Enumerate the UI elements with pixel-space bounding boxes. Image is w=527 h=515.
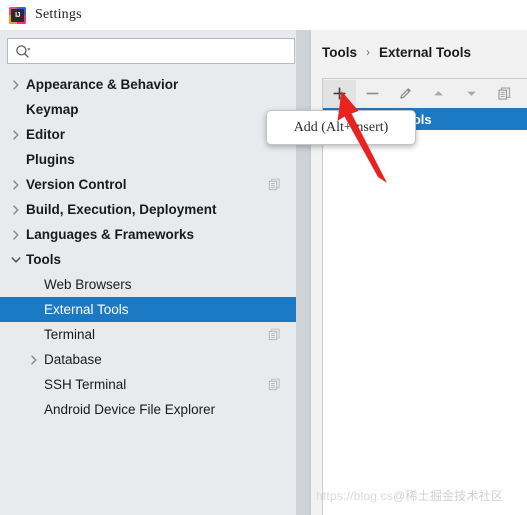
search-box[interactable] (7, 38, 295, 65)
sidebar-item-tools[interactable]: Tools (0, 247, 296, 272)
sidebar-item-editor[interactable]: Editor (0, 122, 296, 147)
copy-icon (498, 87, 511, 100)
chevron-right-icon[interactable] (10, 204, 22, 216)
move-up-button[interactable] (422, 80, 455, 108)
arrow-up-icon (434, 91, 443, 96)
watermark: https://blog.cs@稀土掘金技术社区 (316, 487, 503, 504)
tooltip-pointer-icon (337, 103, 353, 112)
chevron-right-icon[interactable] (28, 354, 40, 366)
breadcrumb-parent[interactable]: Tools (322, 45, 357, 60)
sidebar-item-label: Version Control (26, 177, 127, 192)
sidebar-item-label: Build, Execution, Deployment (26, 202, 217, 217)
sidebar-item-plugins[interactable]: Plugins (0, 147, 296, 172)
sidebar-item-android-device-file-explorer[interactable]: Android Device File Explorer (0, 397, 296, 422)
sidebar-item-external-tools[interactable]: External Tools (0, 297, 296, 322)
chevron-right-icon[interactable] (10, 179, 22, 191)
sidebar-item-label: Terminal (44, 327, 96, 342)
plus-icon (333, 87, 346, 100)
sidebar-item-web-browsers[interactable]: Web Browsers (0, 272, 296, 297)
tooltip-text: Add (Alt+Insert) (293, 119, 389, 135)
external-tools-list: External Tools (322, 108, 527, 515)
chevron-down-icon[interactable] (10, 254, 22, 266)
sidebar-item-label: Editor (26, 127, 65, 142)
sidebar-item-label: Plugins (26, 152, 75, 167)
watermark-url: https://blog.cs (316, 489, 394, 503)
sidebar-item-label: SSH Terminal (44, 377, 127, 392)
copy-icon (268, 178, 281, 191)
window-title: Settings (35, 7, 82, 22)
settings-sidebar: Appearance & Behavior Keymap Editor Plugins… (0, 30, 296, 515)
sidebar-item-label: External Tools (44, 302, 129, 317)
chevron-right-icon[interactable] (10, 129, 22, 141)
pencil-icon (400, 88, 411, 99)
remove-button[interactable] (356, 80, 389, 108)
chevron-right-icon[interactable] (10, 79, 22, 91)
sidebar-item-version-control[interactable]: Version Control (0, 172, 296, 197)
move-down-button[interactable] (455, 80, 488, 108)
breadcrumb-current: External Tools (379, 44, 472, 60)
search-input[interactable] (38, 39, 290, 65)
sidebar-item-database[interactable]: Database (0, 347, 296, 372)
copy-button[interactable] (488, 80, 521, 108)
search-icon[interactable] (15, 44, 31, 60)
title-bar: IJ Settings (0, 0, 527, 30)
copy-icon (268, 328, 281, 341)
sidebar-item-keymap[interactable]: Keymap (0, 97, 296, 122)
watermark-handle: @稀土掘金技术社区 (393, 489, 504, 503)
sidebar-item-label: Languages & Frameworks (26, 227, 195, 242)
chevron-right-icon: › (366, 45, 370, 59)
sidebar-item-label: Keymap (26, 102, 79, 117)
minus-icon (366, 92, 379, 95)
sidebar-item-terminal[interactable]: Terminal (0, 322, 296, 347)
edit-button[interactable] (389, 80, 422, 108)
sidebar-item-appearance-behavior[interactable]: Appearance & Behavior (0, 72, 296, 97)
breadcrumb: Tools › External Tools (322, 42, 471, 62)
sidebar-item-ssh-terminal[interactable]: SSH Terminal (0, 372, 296, 397)
settings-tree: Appearance & Behavior Keymap Editor Plugins… (0, 72, 296, 515)
app-icon-label: IJ (11, 8, 24, 22)
sidebar-item-label: Appearance & Behavior (26, 77, 179, 92)
sidebar-scrollbar[interactable] (296, 30, 309, 515)
sidebar-item-languages-frameworks[interactable]: Languages & Frameworks (0, 222, 296, 247)
settings-window: IJ Settings Appearance & Behavior Keymap E… (0, 0, 527, 515)
add-tooltip: Add (Alt+Insert) (266, 110, 416, 145)
sidebar-item-build-execution-deployment[interactable]: Build, Execution, Deployment (0, 197, 296, 222)
arrow-down-icon (467, 91, 476, 96)
copy-icon (268, 378, 281, 391)
sidebar-item-label: Tools (26, 252, 61, 267)
sidebar-item-label: Database (44, 352, 102, 367)
intellij-idea-icon: IJ (9, 6, 26, 24)
sidebar-item-label: Android Device File Explorer (44, 402, 216, 417)
chevron-right-icon[interactable] (10, 229, 22, 241)
sidebar-item-label: Web Browsers (44, 277, 132, 292)
